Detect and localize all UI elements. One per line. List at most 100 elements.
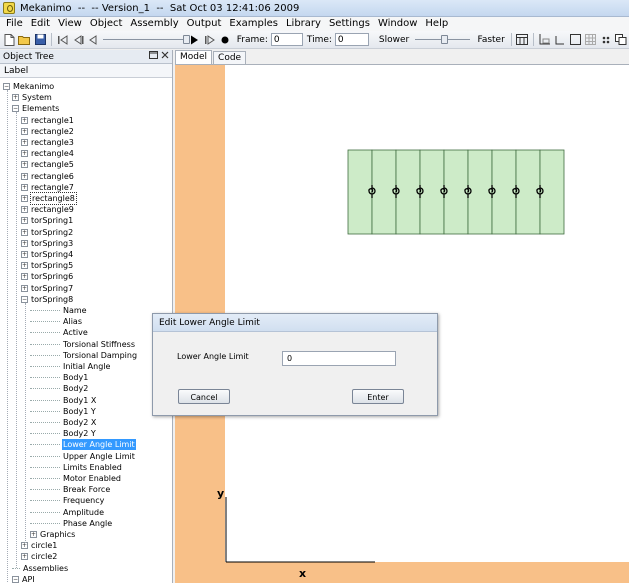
- collapse-icon[interactable]: −: [12, 105, 19, 113]
- expand-icon[interactable]: +: [21, 127, 28, 135]
- rectangle-body[interactable]: [395, 149, 421, 235]
- table-icon[interactable]: [516, 33, 529, 47]
- enter-button[interactable]: Enter: [352, 389, 404, 404]
- tree-item[interactable]: Torsional Damping: [30, 350, 138, 361]
- collapse-icon[interactable]: −: [12, 575, 19, 583]
- tree-item[interactable]: + System: [12, 92, 53, 103]
- dots-icon[interactable]: [599, 33, 612, 47]
- step-forward-icon[interactable]: [203, 33, 216, 47]
- tree-item[interactable]: + torSpring5: [21, 260, 74, 271]
- tab-code[interactable]: Code: [213, 51, 247, 64]
- tree-item[interactable]: Body2 X: [30, 417, 97, 428]
- tree-item[interactable]: + rectangle2: [21, 126, 75, 137]
- expand-icon[interactable]: +: [21, 251, 28, 258]
- expand-icon[interactable]: +: [12, 94, 19, 102]
- expand-icon[interactable]: +: [21, 217, 28, 225]
- expand-icon[interactable]: +: [21, 139, 28, 146]
- frame-slider[interactable]: [102, 33, 190, 46]
- tree-item[interactable]: Limits Enabled: [30, 462, 123, 473]
- tree-item[interactable]: Frequency: [30, 495, 105, 506]
- play-back-icon[interactable]: [87, 33, 100, 47]
- tab-model[interactable]: Model: [175, 50, 213, 64]
- tree-item[interactable]: Body2 Y: [30, 428, 97, 439]
- tree-item[interactable]: Lower Angle Limit: [30, 439, 136, 451]
- menu-view[interactable]: View: [54, 17, 86, 31]
- tree-item[interactable]: Body2: [30, 383, 89, 394]
- rectangle-body[interactable]: [371, 149, 397, 235]
- save-icon[interactable]: [34, 33, 47, 47]
- tree-item[interactable]: Name: [30, 305, 88, 316]
- menu-edit[interactable]: Edit: [27, 17, 54, 31]
- expand-icon[interactable]: +: [21, 206, 28, 214]
- tree-item[interactable]: Body1 X: [30, 395, 97, 406]
- collapse-icon[interactable]: −: [3, 83, 10, 90]
- tree-item[interactable]: + rectangle6: [21, 171, 75, 182]
- frame-input[interactable]: [270, 33, 303, 46]
- cancel-button[interactable]: Cancel: [178, 389, 230, 404]
- square-icon[interactable]: [569, 33, 582, 47]
- menu-help[interactable]: Help: [421, 17, 452, 31]
- tree-item[interactable]: + torSpring6: [21, 271, 74, 282]
- expand-icon[interactable]: +: [21, 239, 28, 247]
- rectangle-body[interactable]: [539, 149, 565, 235]
- record-icon[interactable]: [218, 33, 231, 47]
- speed-slider[interactable]: [415, 33, 471, 46]
- tree-item[interactable]: Assemblies: [12, 563, 69, 574]
- menu-output[interactable]: Output: [183, 17, 226, 31]
- tree-item[interactable]: Phase Angle: [30, 518, 113, 529]
- grid-icon[interactable]: [584, 33, 597, 47]
- tree-item[interactable]: + torSpring7: [21, 283, 74, 294]
- expand-icon[interactable]: +: [21, 553, 28, 561]
- tree-item[interactable]: Body1: [30, 372, 89, 383]
- tree-item[interactable]: Alias: [30, 316, 83, 327]
- menu-assembly[interactable]: Assembly: [126, 17, 182, 31]
- tree-item[interactable]: + torSpring1: [21, 215, 74, 226]
- expand-icon[interactable]: +: [21, 228, 28, 236]
- tree-item[interactable]: + Graphics: [30, 529, 76, 540]
- restore-icon[interactable]: [149, 51, 158, 62]
- copy-icon[interactable]: [615, 33, 628, 47]
- menu-file[interactable]: File: [2, 17, 27, 31]
- tree-item[interactable]: − Mekanimo: [3, 81, 55, 92]
- tree-item[interactable]: Initial Angle: [30, 361, 111, 372]
- tree-item[interactable]: − API: [12, 574, 36, 583]
- expand-icon[interactable]: +: [21, 150, 28, 158]
- menu-object[interactable]: Object: [86, 17, 127, 31]
- frame-slider-thumb[interactable]: [182, 35, 190, 44]
- rectangle-body[interactable]: [347, 149, 373, 235]
- tree-item[interactable]: + torSpring2: [21, 227, 74, 238]
- tree-item[interactable]: Break Force: [30, 484, 111, 495]
- step-back-icon[interactable]: [71, 33, 84, 47]
- menu-library[interactable]: Library: [282, 17, 325, 31]
- tree-item[interactable]: + torSpring4: [21, 249, 74, 260]
- open-folder-icon[interactable]: [18, 33, 31, 47]
- lower-angle-limit-input[interactable]: [282, 351, 396, 366]
- tree-item[interactable]: + circle2: [21, 551, 58, 562]
- tree-item[interactable]: − Elements: [12, 103, 60, 114]
- time-input[interactable]: [334, 33, 369, 46]
- tree-item[interactable]: + rectangle1: [21, 115, 75, 126]
- axes-icon[interactable]: [553, 33, 566, 47]
- rectangle-body[interactable]: [515, 149, 541, 235]
- tree-item[interactable]: Active: [30, 327, 89, 338]
- expand-icon[interactable]: +: [21, 273, 28, 281]
- tree-item[interactable]: Motor Enabled: [30, 473, 122, 484]
- graph-icon[interactable]: [538, 33, 551, 47]
- tree-item[interactable]: + circle1: [21, 540, 58, 551]
- tree-item[interactable]: + rectangle9: [21, 204, 75, 215]
- expand-icon[interactable]: +: [21, 183, 28, 191]
- menu-window[interactable]: Window: [374, 17, 421, 31]
- tree-item[interactable]: + torSpring3: [21, 238, 74, 249]
- tree-column-header[interactable]: Label: [0, 64, 172, 78]
- tree-item[interactable]: Amplitude: [30, 507, 105, 518]
- expand-icon[interactable]: +: [21, 116, 28, 124]
- expand-icon[interactable]: +: [21, 195, 28, 202]
- tree-item[interactable]: Torsional Stiffness: [30, 339, 136, 350]
- rectangle-body[interactable]: [443, 149, 469, 235]
- expand-icon[interactable]: +: [21, 161, 28, 169]
- tree-item[interactable]: + rectangle5: [21, 159, 75, 170]
- rectangle-body[interactable]: [491, 149, 517, 235]
- expand-icon[interactable]: +: [21, 284, 28, 292]
- menu-examples[interactable]: Examples: [225, 17, 282, 31]
- collapse-icon[interactable]: −: [21, 295, 28, 303]
